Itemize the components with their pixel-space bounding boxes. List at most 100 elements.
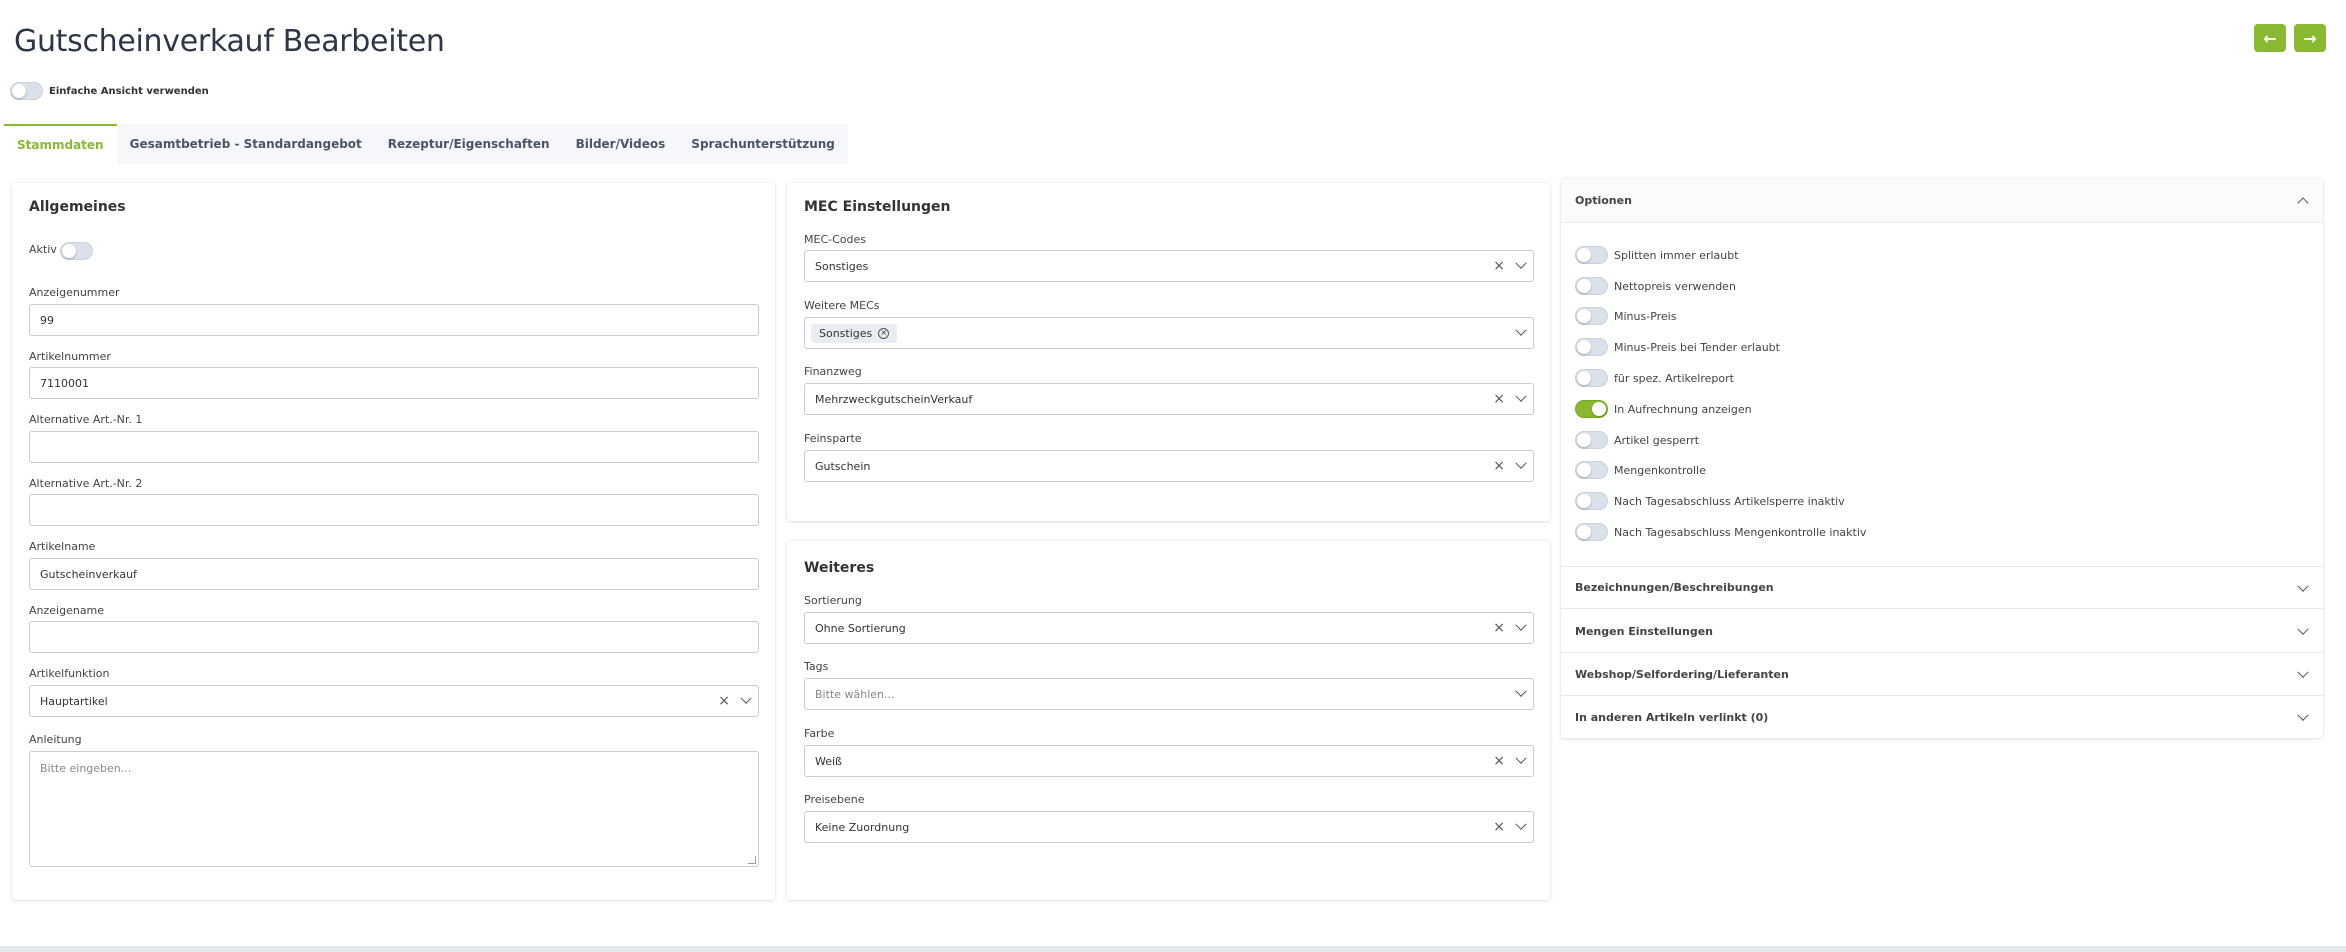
previous-button[interactable]: ← [2254,24,2286,52]
farbe-label: Farbe [804,727,835,740]
mec-codes-label: MEC-Codes [804,233,866,246]
clear-icon[interactable]: × [1493,754,1505,768]
chevron-down-icon[interactable] [2297,580,2309,592]
chevron-down-icon[interactable] [1515,752,1527,764]
anzeigename-input[interactable] [29,621,759,653]
anleitung-label: Anleitung [29,733,82,746]
minus-preis-toggle[interactable] [1575,307,1608,325]
artikelname-input[interactable]: Gutscheinverkauf [29,558,759,590]
option-artikelreport: für spez. Artikelreport [1575,369,1734,387]
simple-view-label: Einfache Ansicht verwenden [49,85,209,97]
finanzweg-label: Finanzweg [804,365,862,378]
arrow-left-icon: ← [2263,28,2277,48]
chevron-down-icon[interactable] [1515,390,1527,402]
tags-label: Tags [804,660,829,673]
alt-artnr-1-input[interactable] [29,431,759,463]
aktiv-toggle[interactable] [60,242,93,260]
alt-artnr-2-input[interactable] [29,494,759,526]
chevron-down-icon[interactable] [1515,685,1527,697]
artikelfunktion-select[interactable]: Hauptartikel × [29,685,759,717]
sortierung-select[interactable]: Ohne Sortierung × [804,612,1534,644]
mec-settings-title: MEC Einstellungen [804,199,951,215]
mec-codes-select[interactable]: Sonstiges × [804,250,1534,282]
accordion-mengen[interactable]: Mengen Einstellungen [1561,610,2323,653]
alt-artnr-1-label: Alternative Art.-Nr. 1 [29,413,143,426]
resize-handle-icon[interactable] [748,856,756,864]
option-artikelsperre-inaktiv: Nach Tagesabschluss Artikelsperre inakti… [1575,492,1845,510]
option-minus-preis-tender: Minus-Preis bei Tender erlaubt [1575,338,1780,356]
tab-gesamtbetrieb[interactable]: Gesamtbetrieb - Standardangebot [116,124,375,164]
accordion-verlinkt[interactable]: In anderen Artikeln verlinkt (0) [1561,696,2323,739]
weiteres-title: Weiteres [804,560,875,576]
nav-buttons: ← → [2254,24,2326,52]
weitere-mecs-select[interactable]: Sonstiges × [804,317,1534,349]
aufrechnung-toggle[interactable] [1575,400,1608,418]
chip-sonstiges: Sonstiges × [811,323,898,343]
aktiv-label: Aktiv [29,243,57,256]
anzeigenummer-label: Anzeigenummer [29,286,120,299]
option-splitten: Splitten immer erlaubt [1575,246,1739,264]
chevron-down-icon[interactable] [2297,709,2309,721]
artikelname-label: Artikelname [29,540,96,553]
page-title: Gutscheinverkauf Bearbeiten [14,24,445,59]
tags-select[interactable]: Bitte wählen... [804,678,1534,710]
feinsparte-select[interactable]: Gutschein × [804,450,1534,482]
feinsparte-label: Feinsparte [804,432,862,445]
chevron-down-icon[interactable] [2297,623,2309,635]
tab-bilder-videos[interactable]: Bilder/Videos [562,124,679,164]
tab-bar: Stammdaten Gesamtbetrieb - Standardangeb… [4,124,848,164]
accordion-webshop[interactable]: Webshop/Selfordering/Lieferanten [1561,653,2323,696]
mengenkontrolle-toggle[interactable] [1575,461,1608,479]
option-aufrechnung: In Aufrechnung anzeigen [1575,400,1752,418]
weitere-mecs-label: Weitere MECs [804,299,880,312]
simple-view-toggle[interactable] [10,82,43,100]
remove-chip-icon[interactable]: × [878,327,890,339]
artikelreport-toggle[interactable] [1575,369,1608,387]
simple-view-setting: Einfache Ansicht verwenden [10,82,209,100]
finanzweg-select[interactable]: MehrzweckgutscheinVerkauf × [804,383,1534,415]
option-artikel-gesperrt: Artikel gesperrt [1575,431,1699,449]
tab-rezeptur[interactable]: Rezeptur/Eigenschaften [374,124,563,164]
artikelnummer-label: Artikelnummer [29,350,111,363]
chevron-down-icon[interactable] [1515,324,1527,336]
chevron-up-icon[interactable] [2297,197,2309,209]
option-mengenkontrolle-inaktiv: Nach Tagesabschluss Mengenkontrolle inak… [1575,523,1866,541]
preisebene-label: Preisebene [804,793,865,806]
clear-icon[interactable]: × [718,694,730,708]
optionen-header[interactable]: Optionen [1561,179,2323,223]
tab-stammdaten[interactable]: Stammdaten [4,124,117,164]
accordion-bezeichnungen[interactable]: Bezeichnungen/Beschreibungen [1561,566,2323,609]
anleitung-textarea[interactable]: Bitte eingeben... [29,751,759,867]
tab-sprachunterstuetzung[interactable]: Sprachunterstützung [678,124,848,164]
artikelsperre-inaktiv-toggle[interactable] [1575,492,1608,510]
nettopreis-toggle[interactable] [1575,277,1608,295]
arrow-right-icon: → [2303,28,2317,48]
sortierung-label: Sortierung [804,594,862,607]
clear-icon[interactable]: × [1493,259,1505,273]
chevron-down-icon[interactable] [740,692,752,704]
clear-icon[interactable]: × [1493,459,1505,473]
next-button[interactable]: → [2294,24,2326,52]
artikelfunktion-label: Artikelfunktion [29,667,110,680]
chevron-down-icon[interactable] [1515,457,1527,469]
weiteres-card [787,541,1550,900]
artikel-gesperrt-toggle[interactable] [1575,431,1608,449]
chevron-down-icon[interactable] [2297,666,2309,678]
farbe-select[interactable]: Weiß × [804,745,1534,777]
alt-artnr-2-label: Alternative Art.-Nr. 2 [29,477,143,490]
anzeigename-label: Anzeigename [29,604,105,617]
anzeigenummer-input[interactable]: 99 [29,304,759,336]
chevron-down-icon[interactable] [1515,818,1527,830]
bottom-bar [0,946,2346,952]
chevron-down-icon[interactable] [1515,257,1527,269]
clear-icon[interactable]: × [1493,392,1505,406]
clear-icon[interactable]: × [1493,621,1505,635]
option-nettopreis: Nettopreis verwenden [1575,277,1736,295]
artikelnummer-input[interactable]: 7110001 [29,367,759,399]
chevron-down-icon[interactable] [1515,619,1527,631]
mengenkontrolle-inaktiv-toggle[interactable] [1575,523,1608,541]
minus-preis-tender-toggle[interactable] [1575,338,1608,356]
splitten-toggle[interactable] [1575,246,1608,264]
preisebene-select[interactable]: Keine Zuordnung × [804,811,1534,843]
clear-icon[interactable]: × [1493,820,1505,834]
